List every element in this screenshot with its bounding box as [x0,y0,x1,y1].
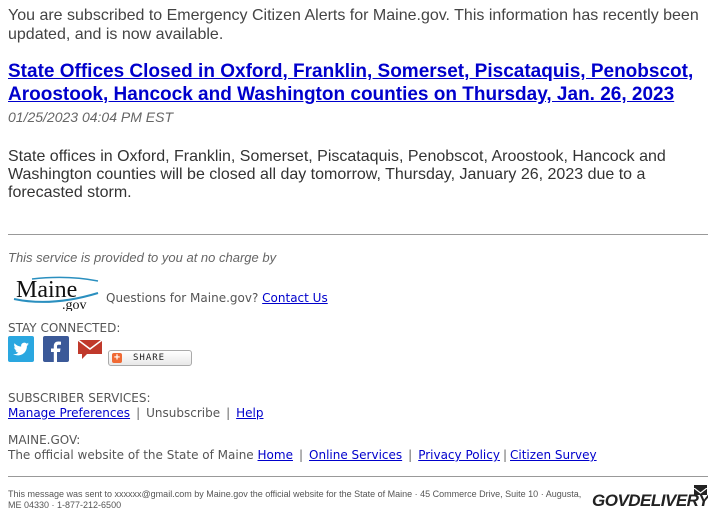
intro-text: You are subscribed to Emergency Citizen … [8,7,699,43]
footer-text: This message was sent to xxxxxx@gmail.co… [8,489,582,510]
manage-preferences-link[interactable]: Manage Preferences [8,406,130,420]
envelope-icon [693,485,708,495]
plus-icon: + [112,352,122,363]
headline-link[interactable]: State Offices Closed in Oxford, Franklin… [8,60,708,106]
online-services-link[interactable]: Online Services [309,448,402,462]
maine-gov-title: MAINE.GOV: [8,433,81,447]
share-button[interactable]: + SHARE [108,350,192,366]
official-website-text: The official website of the State of Mai… [8,448,254,462]
email-icon[interactable] [77,336,103,362]
provided-by-text: This service is provided to you at no ch… [8,250,277,265]
svg-text:.gov: .gov [62,298,87,311]
twitter-icon[interactable] [8,336,34,362]
help-link[interactable]: Help [236,406,263,420]
divider [8,234,708,235]
subscriber-services-title: SUBSCRIBER SERVICES: [8,391,151,405]
timestamp: 01/25/2023 04:04 PM EST [8,109,173,125]
facebook-icon[interactable] [43,336,69,362]
privacy-policy-link[interactable]: Privacy Policy [418,448,500,462]
citizen-survey-link[interactable]: Citizen Survey [510,448,597,462]
share-label: SHARE [133,353,166,363]
stay-connected-title: STAY CONNECTED: [8,321,121,335]
govdelivery-logo[interactable]: GOVDELIVERY [592,491,708,511]
divider [8,476,708,477]
unsubscribe-link[interactable]: Unsubscribe [146,406,220,420]
contact-us-link[interactable]: Contact Us [262,291,328,305]
maine-gov-logo[interactable]: Maine .gov [12,273,100,313]
maine-gov-links: The official website of the State of Mai… [8,448,597,462]
subscriber-links: Manage Preferences | Unsubscribe | Help [8,406,264,420]
alert-body: State offices in Oxford, Franklin, Somer… [8,148,666,201]
home-link[interactable]: Home [258,448,293,462]
questions-line: Questions for Maine.gov? Contact Us [106,291,328,305]
questions-text: Questions for Maine.gov? [106,291,259,305]
